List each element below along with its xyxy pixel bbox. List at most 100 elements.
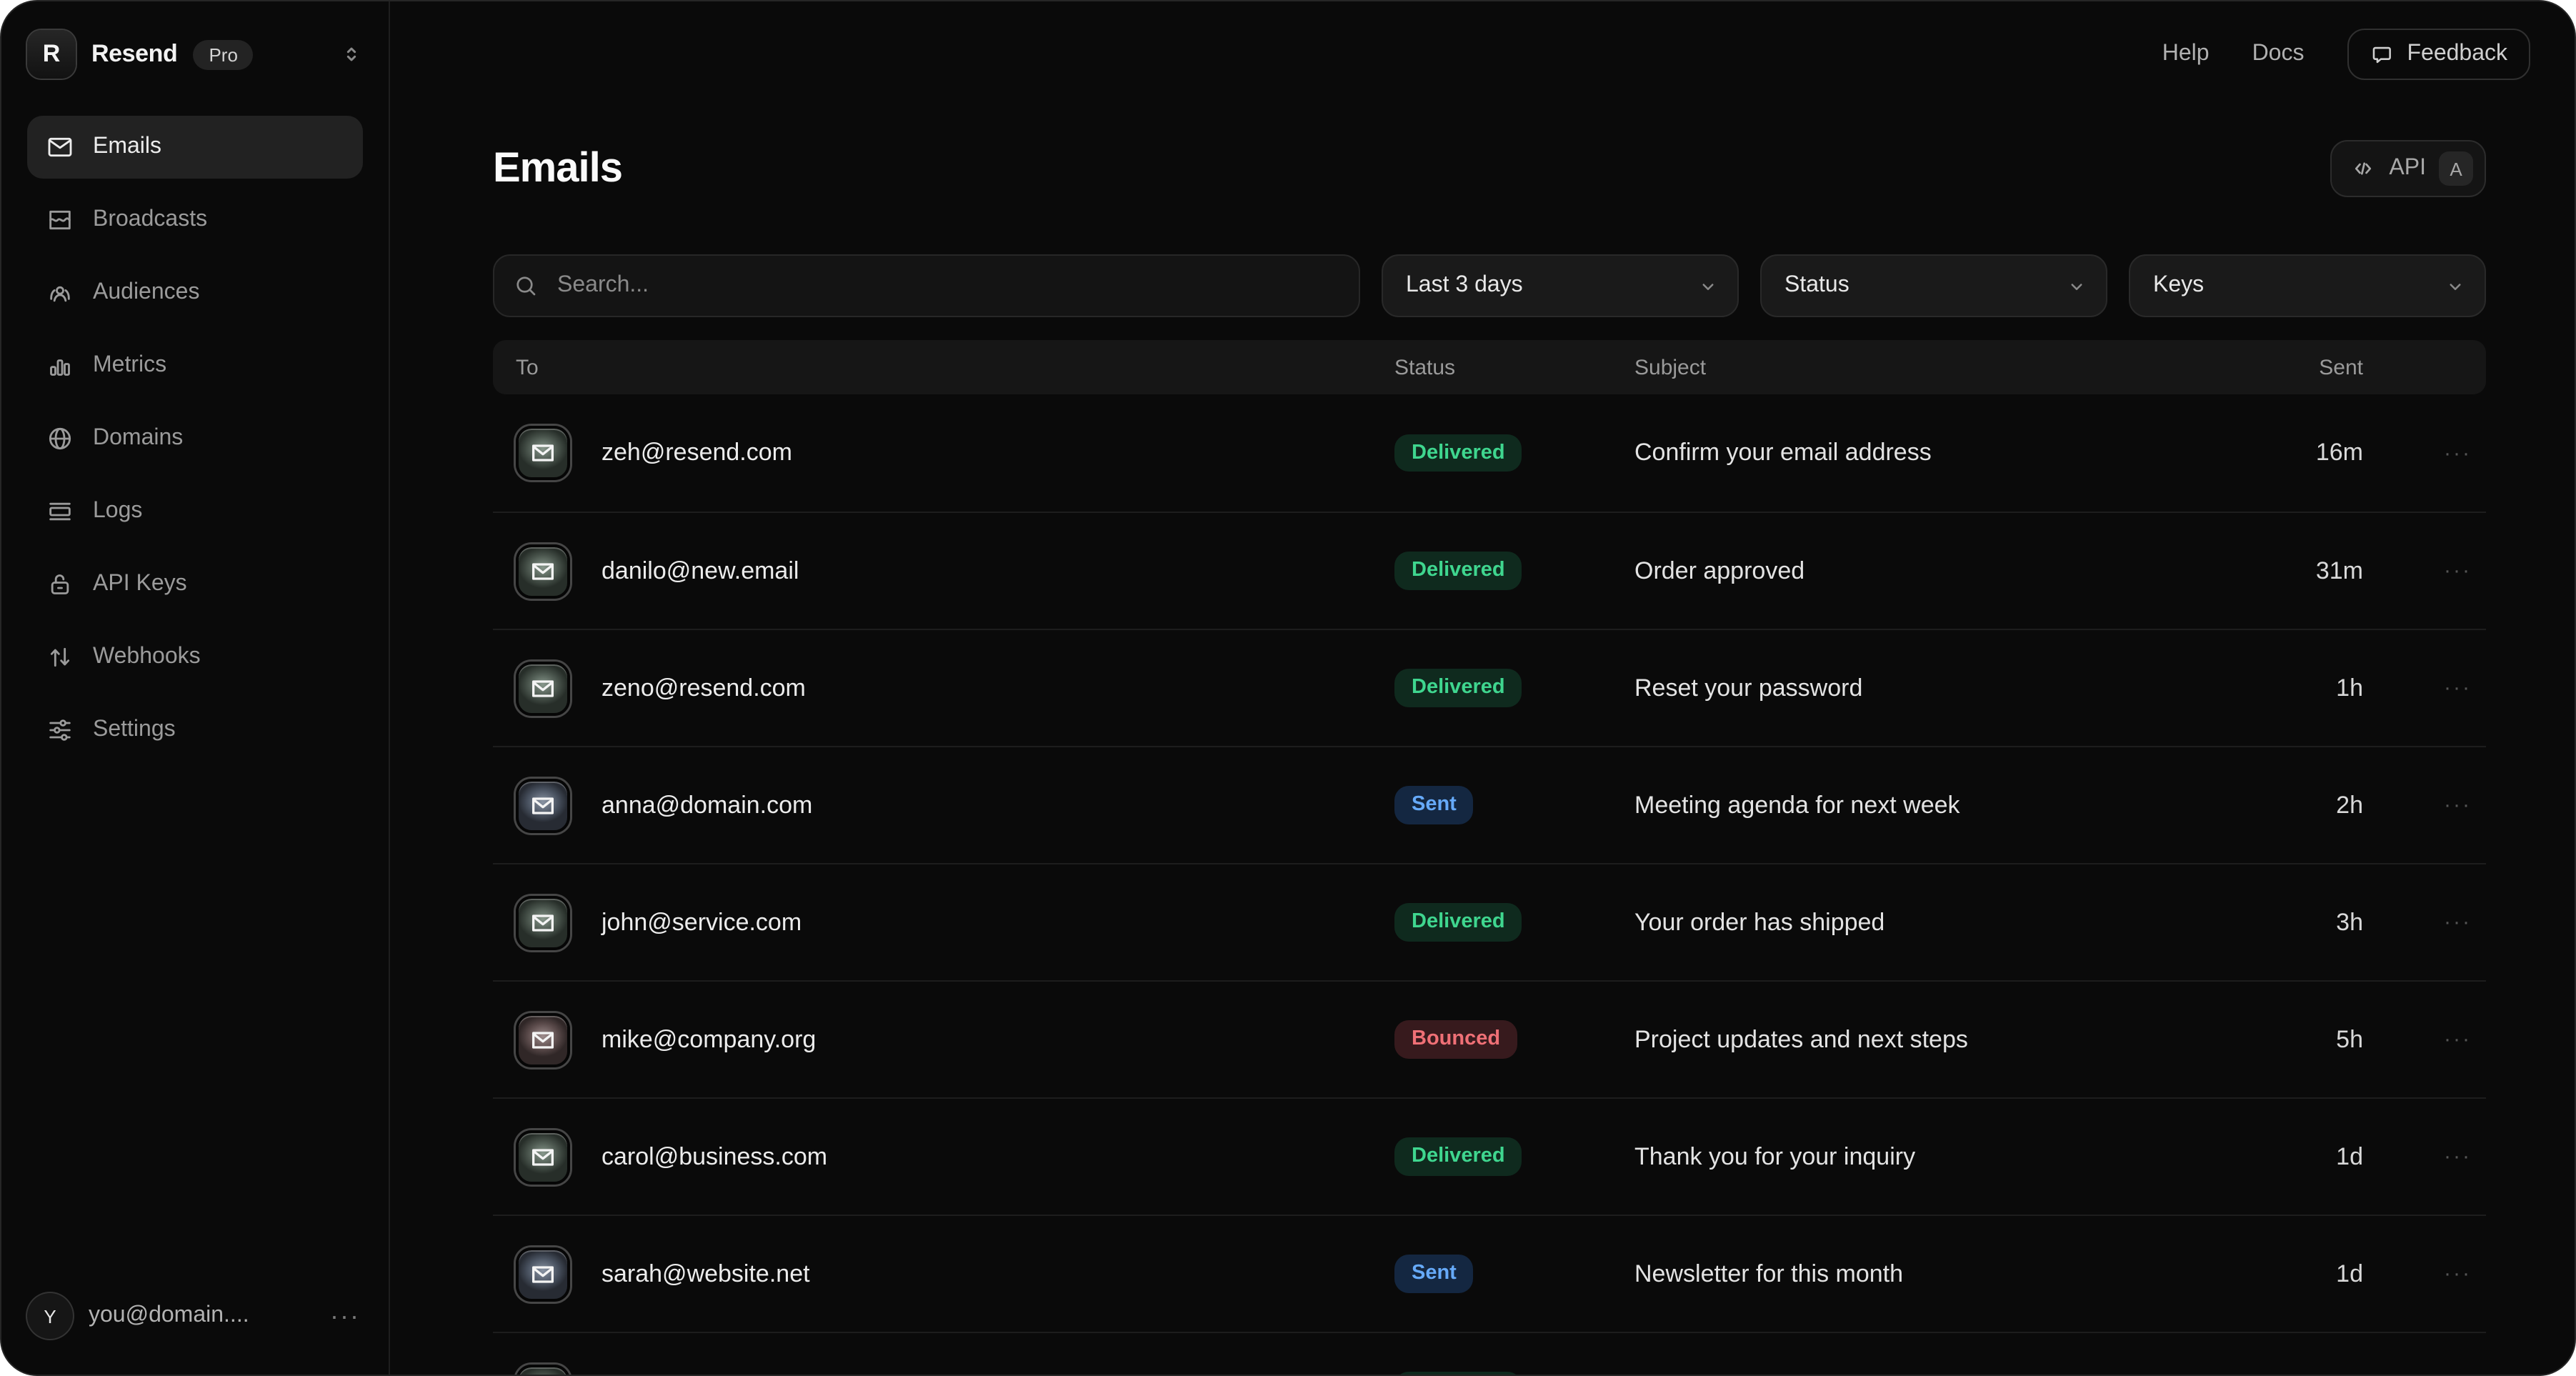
- status-badge: Delivered: [1394, 904, 1522, 942]
- sidebar-item-label: Webhooks: [93, 644, 201, 670]
- table-row[interactable]: Delivered ···: [493, 1332, 2486, 1376]
- feedback-label: Feedback: [2407, 41, 2507, 67]
- table-body: zeh@resend.com Delivered Confirm your em…: [493, 394, 2486, 1376]
- sent-time: 16m: [2220, 439, 2363, 467]
- status-filter-value: Status: [1784, 273, 1849, 299]
- avatar-cell: [516, 661, 601, 715]
- envelope-icon: [46, 133, 74, 161]
- table-row[interactable]: carol@business.com Delivered Thank you f…: [493, 1097, 2486, 1215]
- status-cell: Delivered: [1394, 1138, 1634, 1176]
- email-envelope-avatar: [516, 895, 570, 949]
- api-button[interactable]: API A: [2330, 140, 2486, 197]
- recipient-email: john@service.com: [601, 908, 1394, 937]
- email-subject: Newsletter for this month: [1634, 1260, 2220, 1288]
- column-header-status: Status: [1394, 355, 1634, 379]
- sent-time: 31m: [2220, 557, 2363, 585]
- recipient-email: zeh@resend.com: [601, 439, 1394, 467]
- date-range-value: Last 3 days: [1406, 273, 1523, 299]
- scale-wrapper: R Resend Pro Emails Broadcasts Audiences: [0, 0, 2576, 1376]
- email-envelope-avatar: [516, 778, 570, 832]
- avatar-cell: [516, 426, 601, 480]
- recipient-email: anna@domain.com: [601, 791, 1394, 819]
- main-content: Help Docs Feedback Emails API A Last 3 d…: [390, 1, 2575, 1375]
- chevron-down-icon: [1697, 275, 1719, 296]
- feedback-button[interactable]: Feedback: [2347, 29, 2530, 80]
- user-menu-ellipsis-icon[interactable]: ···: [330, 1301, 363, 1331]
- users-icon: [46, 279, 74, 307]
- table-row[interactable]: john@service.com Delivered Your order ha…: [493, 863, 2486, 980]
- email-subject: Project updates and next steps: [1634, 1025, 2220, 1054]
- status-badge: Delivered: [1394, 1138, 1522, 1176]
- help-link[interactable]: Help: [2162, 41, 2210, 67]
- status-filter-dropdown[interactable]: Status: [1760, 254, 2107, 317]
- table-row[interactable]: danilo@new.email Delivered Order approve…: [493, 512, 2486, 629]
- avatar-cell: [516, 1012, 601, 1067]
- plan-badge: Pro: [193, 39, 253, 69]
- logs-icon: [46, 497, 74, 526]
- sidebar-item-domains[interactable]: Domains: [27, 407, 363, 470]
- table-header: To Status Subject Sent: [493, 340, 2486, 394]
- user-account-row[interactable]: Y you@domain.... ···: [27, 1286, 363, 1346]
- email-envelope-avatar: [516, 426, 570, 480]
- app-window: R Resend Pro Emails Broadcasts Audiences: [0, 0, 2576, 1376]
- row-menu-ellipsis-icon[interactable]: ···: [2363, 793, 2486, 817]
- sidebar-item-metrics[interactable]: Metrics: [27, 334, 363, 397]
- keys-filter-dropdown[interactable]: Keys: [2129, 254, 2486, 317]
- table-row[interactable]: zeno@resend.com Delivered Reset your pas…: [493, 629, 2486, 746]
- sidebar-item-api-keys[interactable]: API Keys: [27, 553, 363, 616]
- sidebar-item-emails[interactable]: Emails: [27, 116, 363, 179]
- row-menu-ellipsis-icon[interactable]: ···: [2363, 1262, 2486, 1286]
- recipient-email: carol@business.com: [601, 1142, 1394, 1171]
- sidebar: R Resend Pro Emails Broadcasts Audiences: [1, 1, 390, 1375]
- sliders-icon: [46, 716, 74, 744]
- sidebar-item-label: Broadcasts: [93, 207, 207, 233]
- table-row[interactable]: anna@domain.com Sent Meeting agenda for …: [493, 746, 2486, 863]
- row-menu-ellipsis-icon[interactable]: ···: [2363, 1027, 2486, 1052]
- workspace-switcher[interactable]: R Resend Pro: [1, 1, 389, 93]
- status-cell: Delivered: [1394, 669, 1634, 707]
- status-cell: Sent: [1394, 1255, 1634, 1293]
- email-envelope-avatar: [516, 1247, 570, 1301]
- sidebar-item-label: Audiences: [93, 280, 199, 306]
- row-menu-ellipsis-icon[interactable]: ···: [2363, 559, 2486, 583]
- email-subject: Reset your password: [1634, 674, 2220, 702]
- sidebar-item-label: API Keys: [93, 572, 187, 597]
- status-cell: Delivered: [1394, 552, 1634, 590]
- table-row[interactable]: zeh@resend.com Delivered Confirm your em…: [493, 394, 2486, 512]
- table-row[interactable]: mike@company.org Bounced Project updates…: [493, 980, 2486, 1097]
- email-envelope-avatar: [516, 1364, 570, 1376]
- sidebar-item-label: Logs: [93, 499, 142, 524]
- table-row[interactable]: sarah@website.net Sent Newsletter for th…: [493, 1215, 2486, 1332]
- recipient-email: danilo@new.email: [601, 557, 1394, 585]
- sidebar-footer: Y you@domain.... ···: [1, 1286, 389, 1375]
- row-menu-ellipsis-icon[interactable]: ···: [2363, 676, 2486, 700]
- recipient-email: zeno@resend.com: [601, 674, 1394, 702]
- avatar-cell: [516, 1247, 601, 1301]
- date-range-dropdown[interactable]: Last 3 days: [1382, 254, 1739, 317]
- row-menu-ellipsis-icon[interactable]: ···: [2363, 441, 2486, 465]
- email-subject: Your order has shipped: [1634, 908, 2220, 937]
- sidebar-item-label: Settings: [93, 717, 176, 743]
- sidebar-item-broadcasts[interactable]: Broadcasts: [27, 189, 363, 251]
- email-subject: Thank you for your inquiry: [1634, 1142, 2220, 1171]
- keys-filter-value: Keys: [2153, 273, 2204, 299]
- docs-link[interactable]: Docs: [2252, 41, 2305, 67]
- globe-icon: [46, 424, 74, 453]
- email-subject: Meeting agenda for next week: [1634, 791, 2220, 819]
- row-menu-ellipsis-icon[interactable]: ···: [2363, 910, 2486, 934]
- sidebar-item-logs[interactable]: Logs: [27, 480, 363, 543]
- avatar: Y: [27, 1293, 73, 1339]
- sidebar-item-webhooks[interactable]: Webhooks: [27, 626, 363, 689]
- row-menu-ellipsis-icon[interactable]: ···: [2363, 1145, 2486, 1169]
- updown-chevron-icon[interactable]: [340, 43, 363, 66]
- status-badge: Sent: [1394, 1255, 1474, 1293]
- status-badge: Delivered: [1394, 434, 1522, 472]
- chevron-down-icon: [2066, 275, 2087, 296]
- status-cell: Delivered: [1394, 904, 1634, 942]
- toolbar: Last 3 days Status Keys: [493, 254, 2486, 317]
- sidebar-item-audiences[interactable]: Audiences: [27, 261, 363, 324]
- recipient-email: mike@company.org: [601, 1025, 1394, 1054]
- search-input[interactable]: [493, 254, 1360, 317]
- brand-name: Resend: [91, 40, 177, 69]
- sidebar-item-settings[interactable]: Settings: [27, 699, 363, 762]
